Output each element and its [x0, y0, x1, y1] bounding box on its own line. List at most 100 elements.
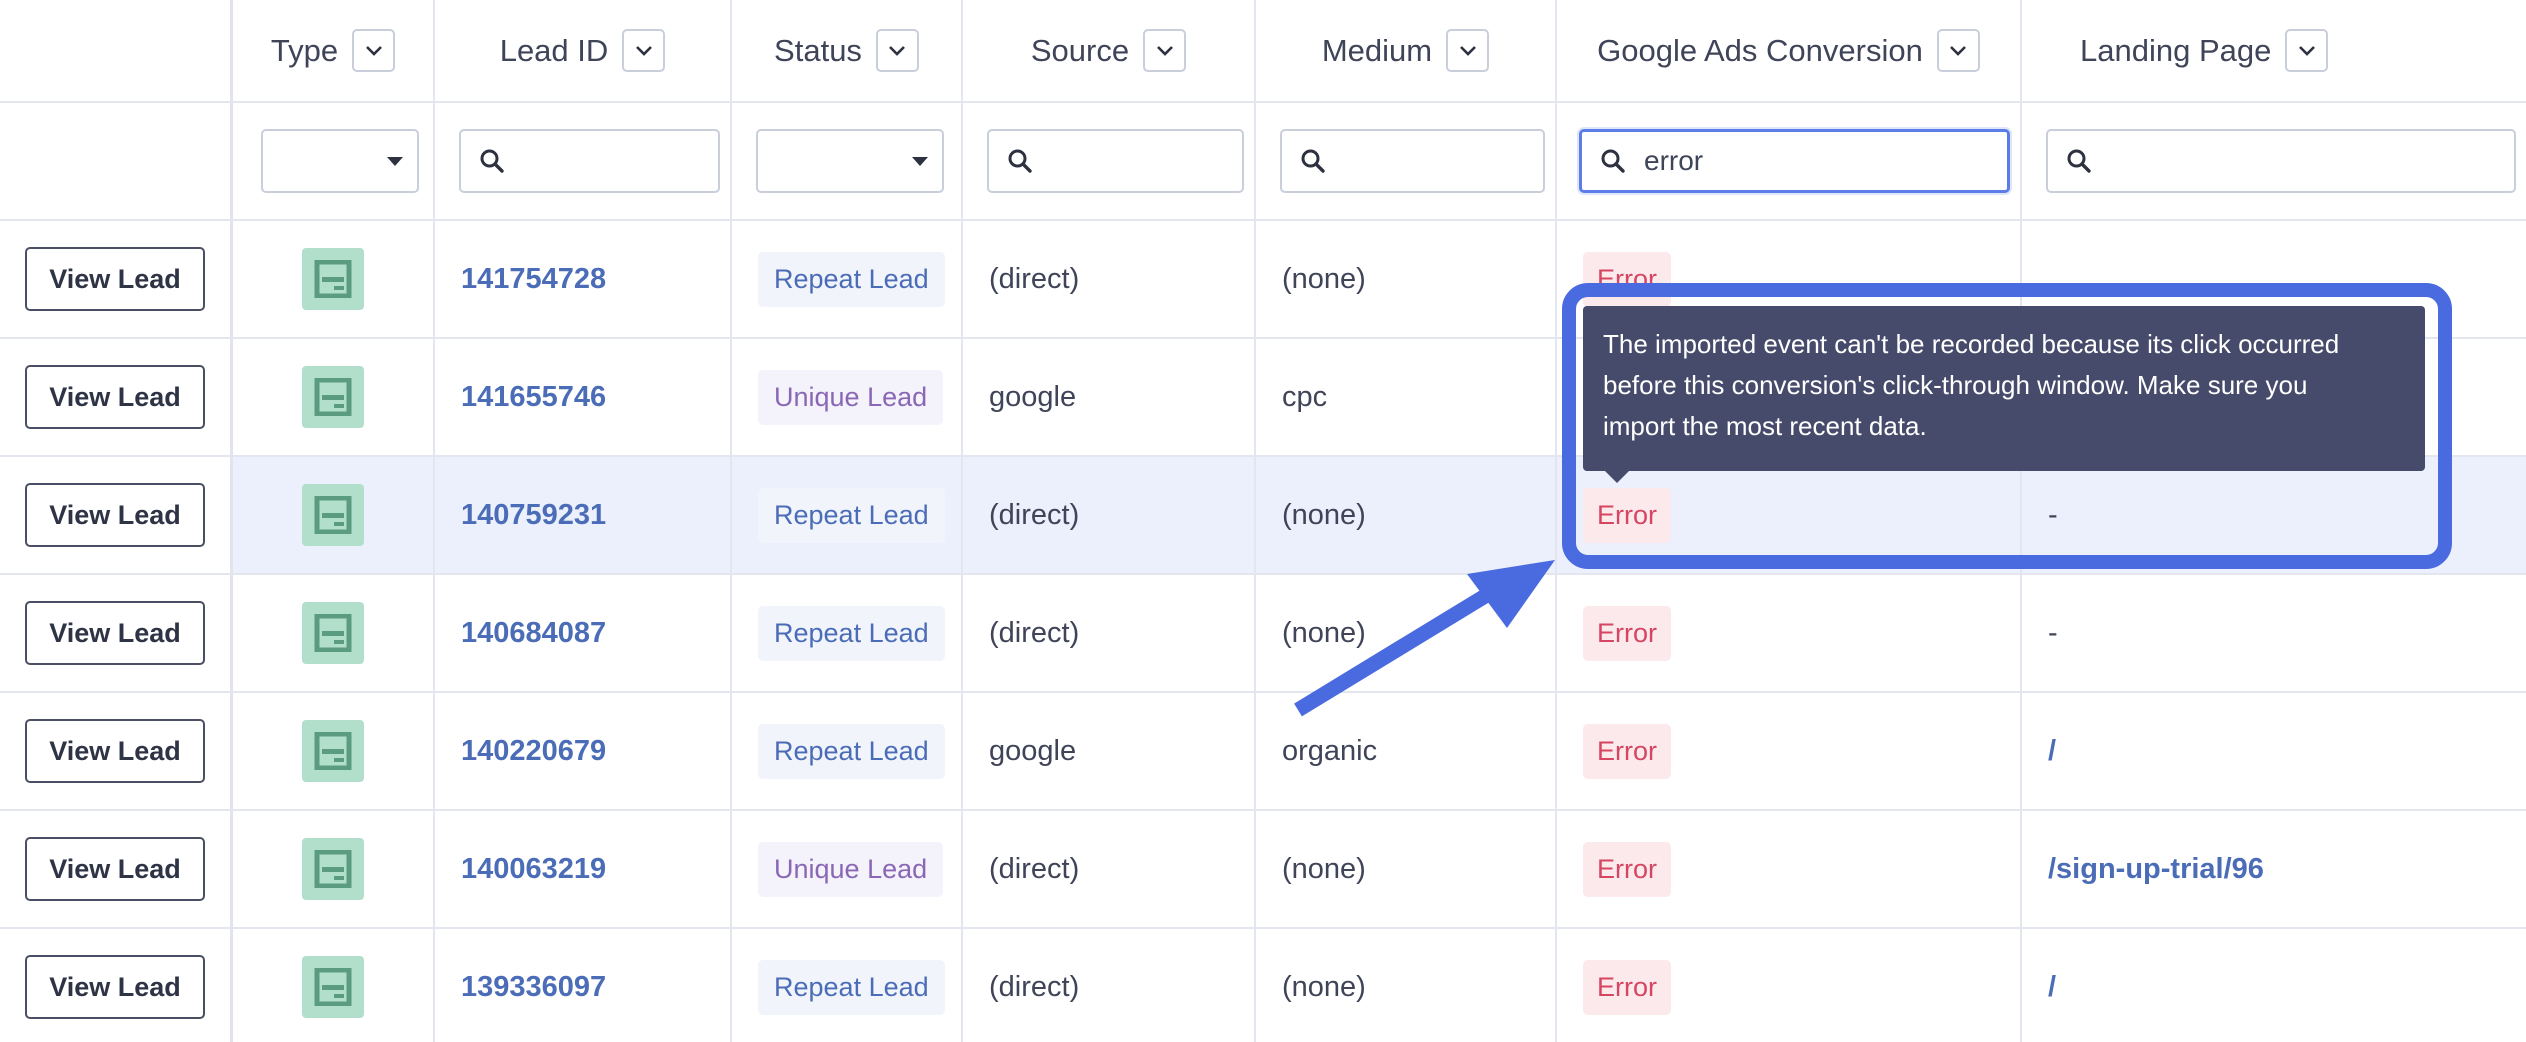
error-tooltip: The imported event can't be recorded bec…	[1583, 306, 2425, 471]
landing-page-search-input[interactable]	[2046, 129, 2516, 193]
status-cell: Unique Lead	[732, 339, 963, 455]
filter-source-cell	[963, 103, 1256, 219]
lead-id-link[interactable]: 141655746	[461, 381, 606, 414]
tooltip-line-2: before this conversion's click-through w…	[1603, 370, 2308, 400]
view-lead-button[interactable]: View Lead	[25, 483, 205, 547]
type-filter-select[interactable]	[261, 129, 419, 193]
tooltip-line-3: import the most recent data.	[1603, 411, 1927, 441]
source-cell: (direct)	[963, 575, 1256, 691]
search-icon	[1008, 149, 1032, 173]
filter-medium-cell	[1256, 103, 1557, 219]
header-label-google-ads-conversion: Google Ads Conversion	[1597, 32, 1923, 68]
filter-lead-id-cell	[435, 103, 732, 219]
search-icon	[480, 149, 504, 173]
actions-cell: View Lead	[0, 693, 233, 809]
lead-id-cell: 140220679	[435, 693, 732, 809]
medium-cell: organic	[1256, 693, 1557, 809]
conversion-cell: Error	[1557, 811, 2022, 927]
lead-id-cell: 141655746	[435, 339, 732, 455]
filter-row: error	[0, 103, 2526, 221]
medium-value: (none)	[1282, 616, 1366, 649]
sort-dropdown-status[interactable]	[875, 29, 919, 72]
header-label-source: Source	[1030, 32, 1130, 68]
status-filter-select[interactable]	[756, 129, 944, 193]
error-badge[interactable]: Error	[1583, 723, 1671, 779]
source-value: google	[989, 734, 1077, 767]
medium-cell: cpc	[1256, 339, 1557, 455]
view-lead-button[interactable]: View Lead	[25, 365, 205, 429]
sort-dropdown-landing-page[interactable]	[2285, 29, 2329, 72]
chevron-down-icon	[635, 45, 652, 56]
header-medium: Medium	[1256, 0, 1557, 101]
landing-page-cell: -	[2022, 575, 2526, 691]
medium-search-input[interactable]	[1280, 129, 1545, 193]
medium-value: (none)	[1282, 498, 1366, 531]
sort-dropdown-type[interactable]	[352, 29, 396, 72]
view-lead-button[interactable]: View Lead	[25, 955, 205, 1019]
landing-page-cell: /sign-up-trial/96	[2022, 811, 2526, 927]
chevron-down-icon	[1459, 45, 1476, 56]
header-label-status: Status	[774, 32, 862, 68]
view-lead-button[interactable]: View Lead	[25, 601, 205, 665]
landing-page-value[interactable]: /	[2048, 971, 2056, 1004]
form-lead-icon	[302, 248, 364, 310]
status-badge: Repeat Lead	[758, 487, 945, 543]
header-actions-cell	[0, 0, 233, 101]
tooltip-line-1: The imported event can't be recorded bec…	[1603, 329, 2340, 359]
source-value: (direct)	[989, 616, 1080, 649]
source-cell: google	[963, 693, 1256, 809]
source-cell: (direct)	[963, 221, 1256, 337]
lead-id-link[interactable]: 140759231	[461, 499, 606, 532]
header-label-lead-id: Lead ID	[499, 32, 609, 68]
lead-id-link[interactable]: 140063219	[461, 853, 606, 886]
actions-cell: View Lead	[0, 929, 233, 1042]
chevron-down-icon	[1950, 45, 1967, 56]
header-label-landing-page: Landing Page	[2080, 32, 2272, 68]
landing-page-value[interactable]: /sign-up-trial/96	[2048, 853, 2264, 886]
filter-status-cell	[732, 103, 963, 219]
actions-cell: View Lead	[0, 221, 233, 337]
sort-dropdown-google-ads-conversion[interactable]	[1936, 29, 1980, 72]
lead-id-search-input[interactable]	[459, 129, 720, 193]
medium-value: (none)	[1282, 852, 1366, 885]
status-cell: Unique Lead	[732, 811, 963, 927]
error-badge[interactable]: Error	[1583, 605, 1671, 661]
medium-cell: (none)	[1256, 929, 1557, 1042]
form-lead-icon	[302, 366, 364, 428]
sort-dropdown-lead-id[interactable]	[622, 29, 666, 72]
filter-type-cell	[233, 103, 435, 219]
view-lead-button[interactable]: View Lead	[25, 719, 205, 783]
view-lead-button[interactable]: View Lead	[25, 247, 205, 311]
type-cell	[233, 457, 435, 573]
sort-dropdown-source[interactable]	[1143, 29, 1187, 72]
landing-page-cell: /	[2022, 929, 2526, 1042]
lead-id-link[interactable]: 139336097	[461, 971, 606, 1004]
view-lead-button[interactable]: View Lead	[25, 837, 205, 901]
landing-page-value[interactable]: /	[2048, 735, 2056, 768]
status-badge: Repeat Lead	[758, 605, 945, 661]
source-value: (direct)	[989, 498, 1080, 531]
error-badge[interactable]: Error	[1583, 959, 1671, 1015]
source-search-input[interactable]	[987, 129, 1244, 193]
status-cell: Repeat Lead	[732, 929, 963, 1042]
error-badge[interactable]: Error	[1583, 841, 1671, 897]
lead-id-link[interactable]: 141754728	[461, 263, 606, 296]
source-value: google	[989, 380, 1077, 413]
medium-value: (none)	[1282, 262, 1366, 295]
header-label-medium: Medium	[1321, 32, 1433, 68]
medium-cell: (none)	[1256, 575, 1557, 691]
google-ads-search-input[interactable]: error	[1579, 129, 2010, 193]
lead-id-link[interactable]: 140684087	[461, 617, 606, 650]
tooltip-tail	[1604, 470, 1630, 483]
form-lead-icon	[302, 956, 364, 1018]
lead-id-link[interactable]: 140220679	[461, 735, 606, 768]
form-lead-icon	[302, 720, 364, 782]
chevron-down-icon	[889, 45, 906, 56]
medium-cell: (none)	[1256, 457, 1557, 573]
status-cell: Repeat Lead	[732, 457, 963, 573]
search-icon	[1301, 149, 1325, 173]
type-cell	[233, 693, 435, 809]
lead-id-cell: 141754728	[435, 221, 732, 337]
type-cell	[233, 221, 435, 337]
sort-dropdown-medium[interactable]	[1446, 29, 1490, 72]
